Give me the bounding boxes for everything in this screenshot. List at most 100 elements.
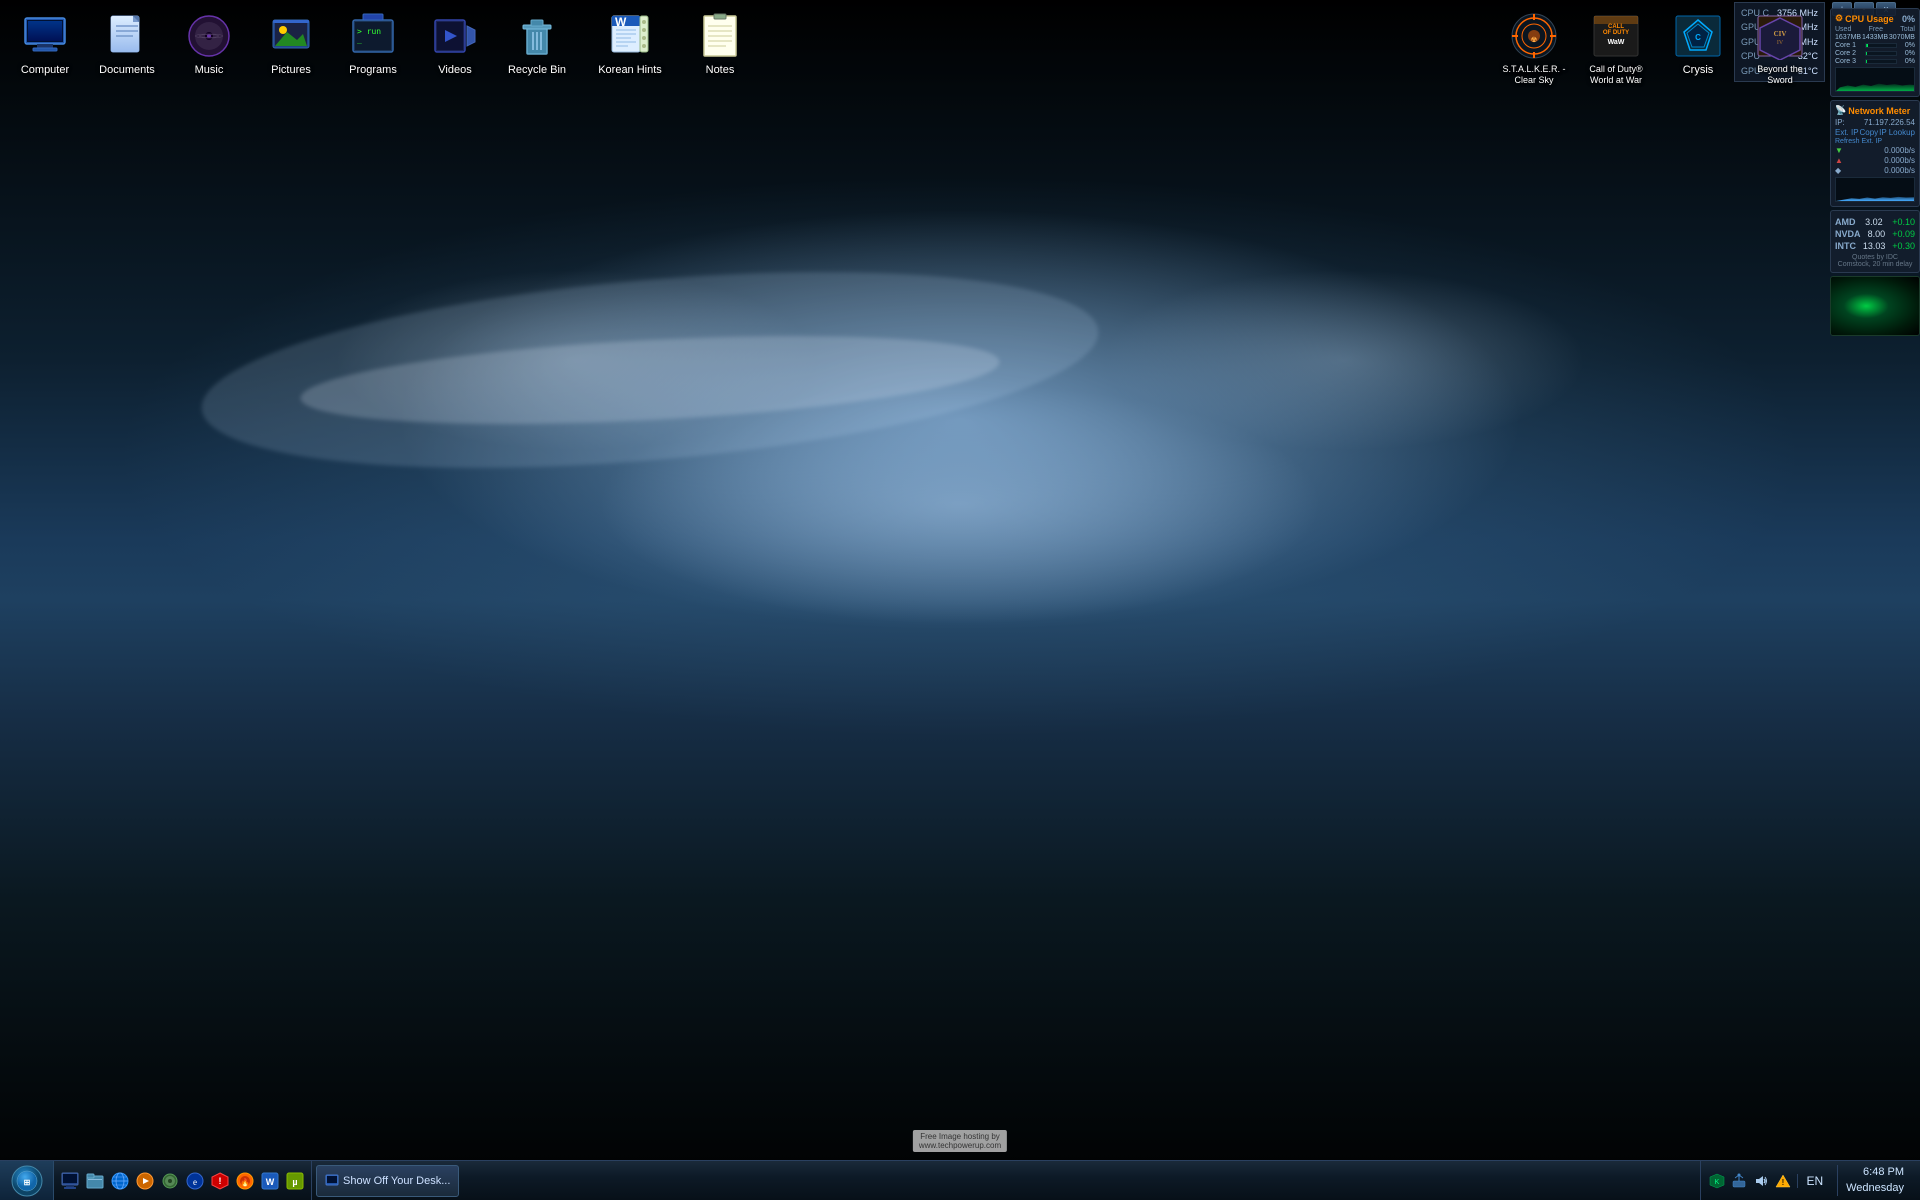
network-total-row: ◆ 0.000b/s bbox=[1835, 166, 1915, 175]
language-indicator[interactable]: EN bbox=[1797, 1174, 1831, 1188]
recycle-bin-icon[interactable]: Recycle Bin bbox=[497, 8, 577, 81]
cpu-usage-widget: ⚙ CPU Usage 0% UsedFreeTotal 1637MB 1433… bbox=[1830, 8, 1920, 97]
tray-kaspersky[interactable]: K bbox=[1709, 1173, 1725, 1189]
documents-icon[interactable]: Documents bbox=[87, 8, 167, 81]
mem-row-values: 1637MB 1433MB 3070MB bbox=[1835, 34, 1915, 41]
ql-fire[interactable]: 🔥 bbox=[233, 1169, 257, 1193]
quick-launch-bar: e ! 🔥 W bbox=[54, 1161, 312, 1200]
tray-network[interactable] bbox=[1731, 1173, 1747, 1189]
svg-text:☢: ☢ bbox=[1531, 36, 1537, 44]
korean-hints-label: Korean Hints bbox=[598, 64, 662, 77]
svg-text:W: W bbox=[266, 1177, 275, 1187]
stock-intc: INTC 13.03 +0.30 bbox=[1835, 241, 1915, 251]
crysis-label: Crysis bbox=[1683, 64, 1714, 77]
core2-bar bbox=[1865, 51, 1897, 56]
music-label: Music bbox=[195, 64, 224, 77]
svg-text:OF DUTY: OF DUTY bbox=[1603, 30, 1629, 36]
stocks-source: Quotes by IDC Comstock, 20 min delay bbox=[1835, 254, 1915, 268]
videos-icon[interactable]: Videos bbox=[415, 8, 495, 81]
ql-show-desktop[interactable] bbox=[58, 1169, 82, 1193]
widgets-panel: ⚙ CPU Usage 0% UsedFreeTotal 1637MB 1433… bbox=[1830, 8, 1920, 336]
wallpaper bbox=[0, 0, 1920, 1200]
stock-amd: AMD 3.02 +0.10 bbox=[1835, 217, 1915, 227]
ql-media[interactable] bbox=[133, 1169, 157, 1193]
crysis-icon[interactable]: C Crysis bbox=[1658, 8, 1738, 90]
cpu-graph-line bbox=[1836, 82, 1914, 91]
core3-row: Core 3 0% bbox=[1835, 58, 1915, 65]
network-meter-widget: 📡 Network Meter IP: 71.197.226.54 Ext. I… bbox=[1830, 100, 1920, 207]
svg-text:µ: µ bbox=[292, 1177, 297, 1187]
svg-text:C: C bbox=[1695, 33, 1701, 42]
recycle-bin-label: Recycle Bin bbox=[508, 64, 566, 77]
taskbar: ⊞ bbox=[0, 1160, 1920, 1200]
core3-bar bbox=[1865, 59, 1897, 64]
svg-text:IV: IV bbox=[1777, 40, 1784, 46]
stalker-label: S.T.A.L.K.E.R. -Clear Sky bbox=[1502, 64, 1565, 86]
programs-icon[interactable]: > run _ Programs bbox=[333, 8, 413, 81]
tray-alert[interactable]: ! bbox=[1775, 1173, 1791, 1189]
ql-network[interactable]: e bbox=[183, 1169, 207, 1193]
svg-text:⊞: ⊞ bbox=[23, 1178, 30, 1187]
mem-row-header: UsedFreeTotal bbox=[1835, 26, 1915, 33]
network-actions-row: Ext. IP Copy IP Lookup bbox=[1835, 128, 1915, 137]
svg-text:CIV: CIV bbox=[1774, 30, 1787, 38]
documents-label: Documents bbox=[99, 64, 155, 77]
core1-row: Core 1 0% bbox=[1835, 42, 1915, 49]
beyond-the-sword-icon[interactable]: CIV IV Beyond theSword bbox=[1740, 8, 1820, 90]
taskbar-items: Show Off Your Desk... bbox=[312, 1161, 1700, 1200]
notes-icon[interactable]: Notes bbox=[680, 8, 760, 81]
desktop-icons-games: ☢ S.T.A.L.K.E.R. -Clear Sky CALL OF DUTY… bbox=[1494, 8, 1820, 90]
net-graph-line bbox=[1836, 194, 1914, 201]
start-button[interactable]: ⊞ bbox=[0, 1161, 54, 1200]
ql-antivirus[interactable]: ! bbox=[208, 1169, 232, 1193]
ql-ie[interactable] bbox=[108, 1169, 132, 1193]
beyond-the-sword-label: Beyond theSword bbox=[1757, 64, 1803, 86]
cod-icon[interactable]: CALL OF DUTY WaW Call of Duty®World at W… bbox=[1576, 8, 1656, 90]
computer-icon[interactable]: Computer bbox=[5, 8, 85, 81]
svg-text:W: W bbox=[615, 15, 627, 29]
network-ip-row: IP: 71.197.226.54 bbox=[1835, 118, 1915, 127]
core2-fill bbox=[1866, 52, 1867, 55]
ql-utorrent[interactable]: µ bbox=[283, 1169, 307, 1193]
system-tray: K bbox=[1700, 1161, 1920, 1200]
svg-text:!: ! bbox=[219, 1176, 222, 1186]
network-graph bbox=[1835, 177, 1915, 202]
ql-word[interactable]: W bbox=[258, 1169, 282, 1193]
clock[interactable]: 6:48 PM Wednesday bbox=[1837, 1165, 1912, 1196]
ql-file-manager[interactable] bbox=[83, 1169, 107, 1193]
gpu-swirl bbox=[1831, 277, 1919, 335]
gpu-widget bbox=[1830, 276, 1920, 336]
pictures-icon[interactable]: Pictures bbox=[251, 8, 331, 81]
network-widget-title: 📡 Network Meter bbox=[1835, 105, 1915, 116]
cpu-graph bbox=[1835, 67, 1915, 92]
network-upload-row: ▲ 0.000b/s bbox=[1835, 156, 1915, 165]
desktop-icons-middle: W Korean Hints bbox=[590, 8, 760, 81]
core1-bar bbox=[1865, 43, 1897, 48]
core1-fill bbox=[1866, 44, 1868, 47]
programs-label: Programs bbox=[349, 64, 397, 77]
computer-label: Computer bbox=[21, 64, 69, 77]
korean-hints-icon[interactable]: W Korean Hints bbox=[590, 8, 670, 81]
svg-text:🔥: 🔥 bbox=[240, 1177, 250, 1187]
svg-text:K: K bbox=[1715, 1179, 1720, 1186]
core3-fill bbox=[1866, 60, 1867, 63]
ql-browser[interactable] bbox=[158, 1169, 182, 1193]
svg-text:_: _ bbox=[357, 35, 362, 44]
cod-label: Call of Duty®World at War bbox=[1589, 64, 1642, 86]
pictures-label: Pictures bbox=[271, 64, 311, 77]
music-icon[interactable]: Music bbox=[169, 8, 249, 81]
videos-label: Videos bbox=[438, 64, 471, 77]
stocks-widget: AMD 3.02 +0.10 NVDA 8.00 +0.09 INTC 13.0… bbox=[1830, 210, 1920, 273]
active-window-button[interactable]: Show Off Your Desk... bbox=[316, 1165, 459, 1197]
network-refresh-row: Refresh Ext. IP bbox=[1835, 138, 1915, 145]
stalker-icon[interactable]: ☢ S.T.A.L.K.E.R. -Clear Sky bbox=[1494, 8, 1574, 90]
svg-text:e: e bbox=[193, 1177, 197, 1187]
stock-nvda: NVDA 8.00 +0.09 bbox=[1835, 229, 1915, 239]
watermark: Free Image hosting by www.techpowerup.co… bbox=[913, 1130, 1007, 1152]
cpu-widget-title: ⚙ CPU Usage 0% bbox=[1835, 13, 1915, 24]
core2-row: Core 2 0% bbox=[1835, 50, 1915, 57]
svg-text:!: ! bbox=[1782, 1178, 1785, 1187]
desktop: CPU C 3756 MHz GPU 1 778 MHz GPU 2 778 M… bbox=[0, 0, 1920, 1200]
svg-text:WaW: WaW bbox=[1608, 39, 1625, 46]
tray-volume[interactable] bbox=[1753, 1173, 1769, 1189]
